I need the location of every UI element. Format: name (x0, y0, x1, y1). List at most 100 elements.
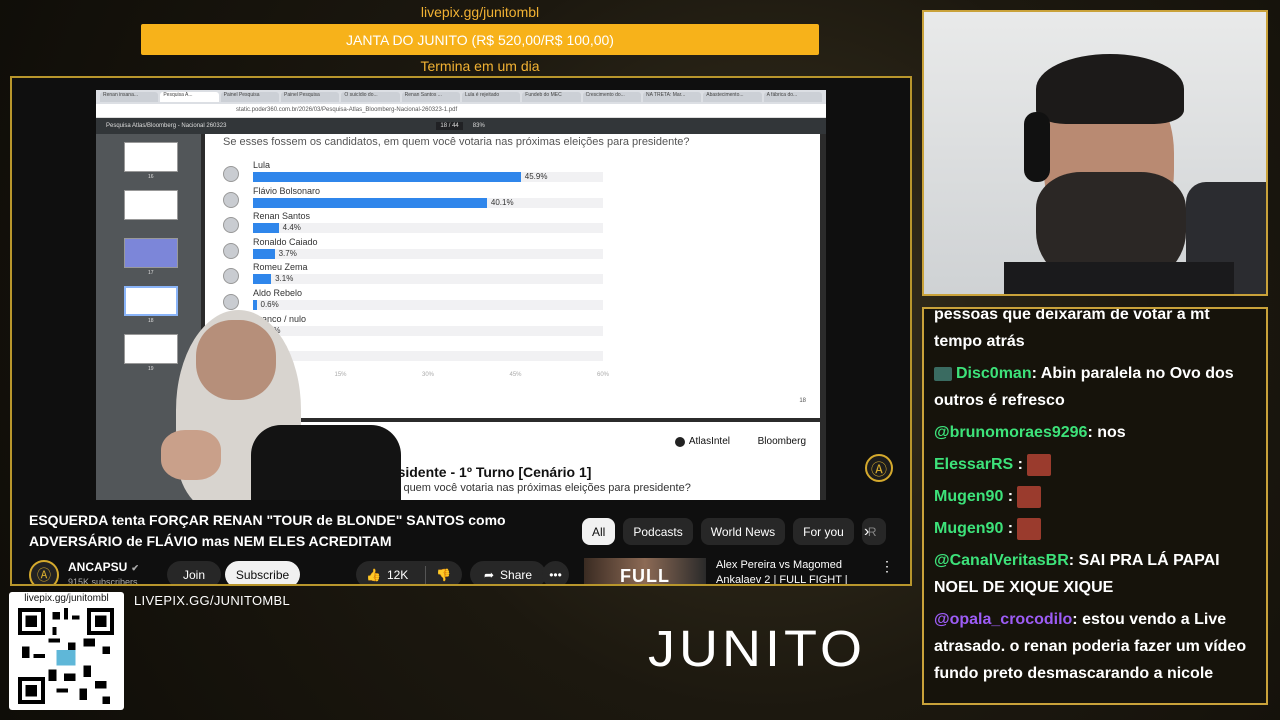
bar-row: Renan Santos 4.4% (223, 211, 643, 237)
x-tick-label: 60% (597, 372, 610, 378)
kebab-menu-icon[interactable]: ⋮ (880, 558, 894, 575)
bar-value-label: 3.1% (275, 274, 294, 284)
pdf-thumbnail[interactable] (124, 142, 178, 172)
chat-badge-icon (934, 366, 952, 381)
thumbnail-number: 18 (148, 318, 154, 324)
screen-share-frame: Renan insana... Pesquisa A... Painel Pesqu… (10, 76, 912, 586)
page2-question: , em quem você votaria nas próximas elei… (379, 482, 691, 494)
livepix-link: LIVEPIX.GG/JUNITOMBL (134, 593, 291, 608)
join-button[interactable]: Join (167, 561, 221, 584)
presenter-hand (161, 430, 221, 480)
thumbnail-number: 17 (148, 270, 154, 276)
browser-tab[interactable]: Lula é rejeitado (461, 92, 521, 102)
chat-text: : nos (1087, 424, 1126, 441)
browser-tab[interactable]: A fábrica do... (763, 92, 822, 102)
atlas-mark-icon (674, 436, 685, 447)
candidate-avatar-icon (223, 242, 239, 259)
chip-all[interactable]: All (582, 518, 616, 545)
chat-username[interactable]: @opala_crocodilo (934, 611, 1072, 628)
browser-tab[interactable]: Renan insana... (100, 92, 159, 102)
candidate-name: Romeu Zema (253, 262, 308, 273)
bar (253, 197, 487, 208)
share-button[interactable]: ➦ Share (470, 561, 546, 584)
presenter-webcam (156, 290, 401, 500)
chat-message: ElessarRS : (934, 451, 1256, 478)
pdf-thumbnail[interactable] (124, 238, 178, 268)
live-chat: pessoas que deixaram de votar a mt tempo… (922, 307, 1268, 705)
dislike-button[interactable]: 👎 (426, 568, 451, 582)
subscriber-count: 915K subscribers (68, 577, 138, 586)
streamer-hair (1036, 54, 1184, 124)
zoom-level[interactable]: 83% (473, 123, 485, 129)
chip-world-news[interactable]: World News (700, 518, 786, 545)
chat-emote-icon (1017, 485, 1042, 508)
like-count: 12K (386, 567, 409, 582)
video-player[interactable]: Renan insana... Pesquisa A... Painel Pesqu… (96, 90, 826, 500)
chat-username[interactable]: Mugen90 (934, 520, 1003, 537)
bar (253, 223, 279, 234)
chat-username[interactable]: ElessarRS (934, 456, 1013, 473)
recommended-video-thumbnail[interactable]: FULL (584, 558, 706, 586)
chat-message: pessoas que deixaram de votar a mt tempo… (934, 307, 1256, 355)
rec-thumb-text: FULL (620, 566, 670, 586)
browser-tab[interactable]: Fundeb do MEC (522, 92, 581, 102)
bar-value-label: 45.9% (524, 172, 548, 181)
survey-question: Se esses fossem os candidatos, em quem v… (223, 136, 690, 148)
channel-watermark-icon[interactable]: Ⓐ (865, 454, 893, 482)
like-button[interactable]: 👍 12K (356, 565, 426, 584)
chat-username[interactable]: @CanalVeritasBR (934, 552, 1069, 569)
recommended-video-title[interactable]: Alex Pereira vs Magomed Ankalaev 2 | FUL… (716, 558, 876, 584)
channel-name[interactable]: ANCAPSU ✔ (68, 560, 139, 574)
atlas-label: AtlasIntel (688, 436, 730, 447)
chat-username[interactable]: @brunomoraes9296 (934, 424, 1087, 441)
page-indicator[interactable]: 18 / 44 (436, 122, 463, 130)
recommendation-chips: All Podcasts World News For you R (582, 518, 886, 545)
channel-avatar[interactable]: Ⓐ (29, 560, 59, 584)
browser-tab[interactable]: Painel Pesquisa (280, 92, 340, 102)
atlasintel-logo: AtlasIntel (674, 436, 730, 447)
qr-code-icon (18, 608, 114, 704)
verified-icon: ✔ (131, 563, 139, 573)
browser-tab[interactable]: Renan Santos ... (401, 92, 460, 102)
bar (253, 172, 521, 182)
thumbnail-number: 19 (148, 366, 154, 372)
channel-name-text[interactable]: ANCAPSU (68, 560, 127, 574)
page-number: 18 (799, 398, 806, 404)
candidate-avatar-icon (223, 217, 239, 234)
chip-podcasts[interactable]: Podcasts (623, 518, 693, 545)
chip-for-you[interactable]: For you (793, 518, 854, 545)
chat-username[interactable]: Disc0man (956, 365, 1032, 382)
share-icon: ➦ (483, 567, 495, 582)
bar-row: Ronaldo Caiado 3.7% (223, 237, 643, 263)
presenter-shirt (251, 425, 401, 500)
browser-tab[interactable]: Painel Pesquisa (220, 92, 279, 102)
bar (253, 274, 272, 285)
browser-tab[interactable]: Abastecimento... (703, 92, 762, 102)
chat-message: @opala_crocodilo: estou vendo a Live atr… (934, 606, 1256, 687)
chevron-right-icon[interactable]: › (864, 523, 869, 541)
more-actions-icon[interactable]: ••• (542, 561, 569, 584)
candidate-name: Flávio Bolsonaro (253, 185, 321, 196)
goal-ends-text: Termina em um dia (420, 58, 540, 74)
subscribe-button[interactable]: Subscribe (225, 561, 300, 584)
chat-message: Mugen90 : (934, 483, 1256, 510)
pdf-title: Pesquisa Atlas/Bloomberg - Nacional 2603… (106, 123, 227, 129)
bar-track (253, 223, 603, 234)
chat-message: @CanalVeritasBR: SAI PRA LÁ PAPAI NOEL D… (934, 547, 1256, 601)
chat-username[interactable]: Mugen90 (934, 488, 1003, 505)
video-title: ESQUERDA tenta FORÇAR RENAN "TOUR de BLO… (29, 512, 506, 549)
browser-tab[interactable]: O suicídio do... (341, 92, 400, 102)
bar-track (253, 274, 603, 285)
candidate-name: Lula (253, 160, 271, 170)
browser-tab[interactable]: Pesquisa A... (160, 92, 219, 102)
chat-text: : (1013, 456, 1023, 473)
browser-tab[interactable]: NA TRETA: Mar... (642, 92, 702, 102)
pdf-thumbnail[interactable] (124, 190, 178, 220)
bar-row: Lula 45.9% (223, 160, 643, 186)
chat-text: pessoas que deixaram de votar a mt tempo… (934, 307, 1210, 350)
address-bar[interactable]: static.poder360.com.br/2026/03/Pesquisa-… (96, 104, 826, 118)
chat-message: @brunomoraes9296: nos (934, 419, 1256, 446)
bar-row: Flávio Bolsonaro 40.1% (223, 186, 643, 212)
thumbnail-number: 16 (148, 174, 154, 180)
browser-tab[interactable]: Crescimento do... (582, 92, 641, 102)
